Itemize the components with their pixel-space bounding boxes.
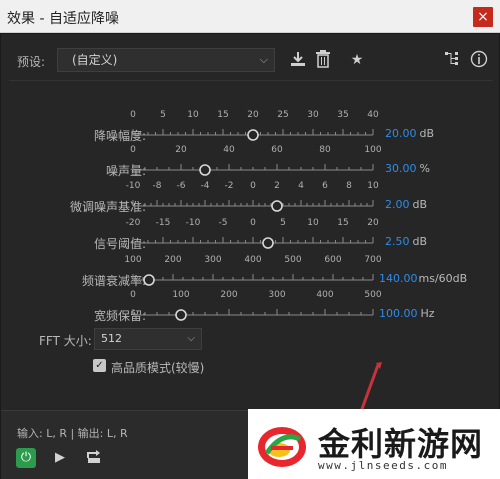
help-icon[interactable]: [469, 50, 489, 70]
param-row-noise-reduction: 降噪幅度: 0 5 10 15 20 25 30 35 40 20.00 dB: [1, 110, 500, 146]
power-button[interactable]: ⏻: [16, 448, 36, 468]
param-value[interactable]: 20.00 dB: [385, 127, 434, 140]
param-value[interactable]: 30.00%: [385, 162, 430, 175]
param-row-noise-floor: 微调噪声基准: -10 -8 -6 -4 -2 0 2 4 6 8 10 2.00 dB: [1, 181, 500, 217]
preset-bar: 预设: (自定义) ⌵ ★: [1, 46, 500, 74]
divider: [9, 80, 493, 81]
routing-icon[interactable]: [442, 50, 462, 70]
loop-icon: [87, 450, 100, 463]
fft-size-dropdown[interactable]: 512 ⌵: [94, 328, 202, 350]
star-icon[interactable]: ★: [347, 50, 367, 70]
high-quality-checkbox[interactable]: ✓: [93, 359, 106, 372]
play-button[interactable]: ▶: [51, 449, 69, 467]
param-row-signal-threshold: 信号阈值: -20 -15 -10 -5 0 5 10 15 20 2.50 dB: [1, 218, 500, 254]
window-titlebar: 效果 - 自适应降噪 ×: [0, 0, 500, 33]
fft-value: 512: [101, 332, 122, 345]
slider-handle[interactable]: [271, 200, 283, 212]
noise-floor-slider[interactable]: -10 -8 -6 -4 -2 0 2 4 6 8 10: [126, 181, 379, 217]
slider-handle[interactable]: [247, 129, 259, 141]
io-routing-text: 输入: L, R | 输出: L, R: [17, 427, 128, 440]
param-row-broadband: 宽频保留: 0 100 200 300 400 500 100.00 Hz: [1, 290, 500, 326]
slider-handle[interactable]: [199, 164, 211, 176]
spectral-decay-slider[interactable]: 100 200 300 400 500 600 700: [124, 255, 382, 291]
param-value[interactable]: 2.00 dB: [385, 198, 427, 211]
chevron-down-icon: ⌵: [259, 53, 268, 66]
noise-reduction-slider[interactable]: 0 5 10 15 20 25 30 35 40: [130, 110, 379, 146]
slider-handle[interactable]: [143, 274, 155, 286]
play-icon: ▶: [55, 450, 65, 465]
window-title: 效果 - 自适应降噪: [7, 11, 119, 27]
param-value[interactable]: 140.00ms/60dB: [379, 272, 467, 285]
loop-button[interactable]: [85, 449, 105, 467]
watermark-url: www.jlnseeds.com: [318, 459, 448, 472]
param-row-spectral-decay: 频谱衰减率: 100 200 300 400 500 600 700 140.00ms/60…: [1, 255, 500, 291]
close-icon: ×: [477, 9, 489, 25]
preset-label: 预设:: [17, 55, 46, 69]
fft-label: FFT 大小:: [39, 334, 92, 348]
preset-value: (自定义): [72, 53, 118, 67]
param-value[interactable]: 100.00 Hz: [379, 307, 435, 320]
noise-amount-slider[interactable]: 0 20 40 60 80 100: [130, 145, 382, 181]
watermark-logo-block: 金利新游网 www.jlnseeds.com: [248, 409, 500, 479]
close-button[interactable]: ×: [473, 7, 493, 27]
power-icon: ⏻: [20, 450, 32, 465]
broadband-slider[interactable]: 0 100 200 300 400 500: [130, 290, 382, 326]
param-row-noise-amount: 噪声量: 0 20 40 60 80 100 30.00%: [1, 145, 500, 181]
param-value[interactable]: 2.50 dB: [385, 235, 427, 248]
download-icon[interactable]: [288, 50, 308, 70]
chevron-down-icon: ⌵: [187, 333, 195, 344]
signal-threshold-slider[interactable]: -20 -15 -10 -5 0 5 10 15 20: [126, 218, 379, 254]
trash-icon[interactable]: [313, 50, 333, 70]
slider-handle[interactable]: [262, 237, 274, 249]
watermark-logo-icon: [258, 427, 306, 467]
preset-dropdown[interactable]: (自定义) ⌵: [57, 48, 275, 72]
high-quality-label: 高品质模式(较慢): [111, 361, 205, 375]
slider-handle[interactable]: [175, 309, 187, 321]
